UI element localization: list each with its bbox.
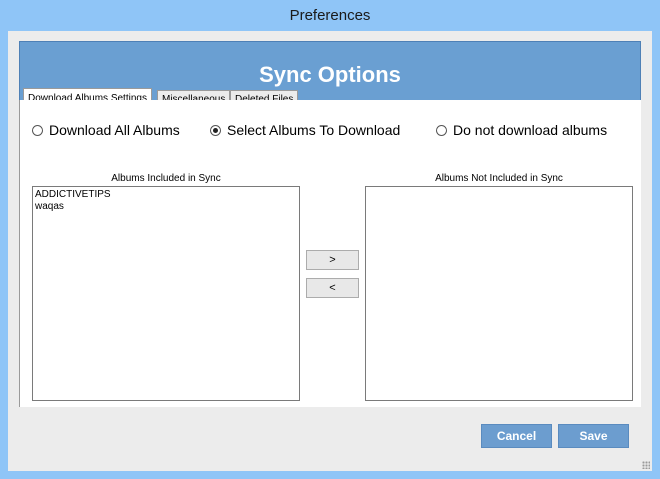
window-title: Preferences — [289, 7, 371, 24]
list-item[interactable]: ADDICTIVETIPS — [35, 189, 297, 201]
radio-button-checked-icon — [210, 124, 221, 136]
radio-select-albums-to-download[interactable]: Select Albums To Download — [210, 122, 400, 138]
header-title: Sync Options — [259, 62, 401, 87]
cancel-button[interactable]: Cancel — [481, 424, 552, 448]
dialog-client-area: Sync Options Download Albums Settings Mi… — [8, 31, 652, 471]
excluded-list-caption: Albums Not Included in Sync — [435, 173, 563, 184]
included-albums-list[interactable]: ADDICTIVETIPS waqas — [32, 186, 300, 401]
tab-panel-download-albums-settings: Download All Albums Select Albums To Dow… — [19, 100, 641, 407]
move-right-button[interactable]: > — [306, 250, 359, 270]
radio-do-not-download-albums[interactable]: Do not download albums — [436, 122, 607, 138]
included-list-caption: Albums Included in Sync — [111, 173, 221, 184]
radio-label: Select Albums To Download — [227, 122, 401, 138]
radio-label: Do not download albums — [453, 122, 608, 138]
list-item[interactable]: waqas — [35, 201, 297, 213]
move-left-button[interactable]: < — [306, 278, 359, 298]
save-button[interactable]: Save — [558, 424, 629, 448]
resize-grip-icon[interactable] — [642, 461, 650, 469]
radio-button-icon — [32, 124, 43, 136]
radio-download-all-albums[interactable]: Download All Albums — [32, 122, 180, 138]
radio-label: Download All Albums — [49, 122, 180, 138]
radio-button-icon — [436, 124, 447, 136]
excluded-albums-list[interactable] — [365, 186, 633, 401]
